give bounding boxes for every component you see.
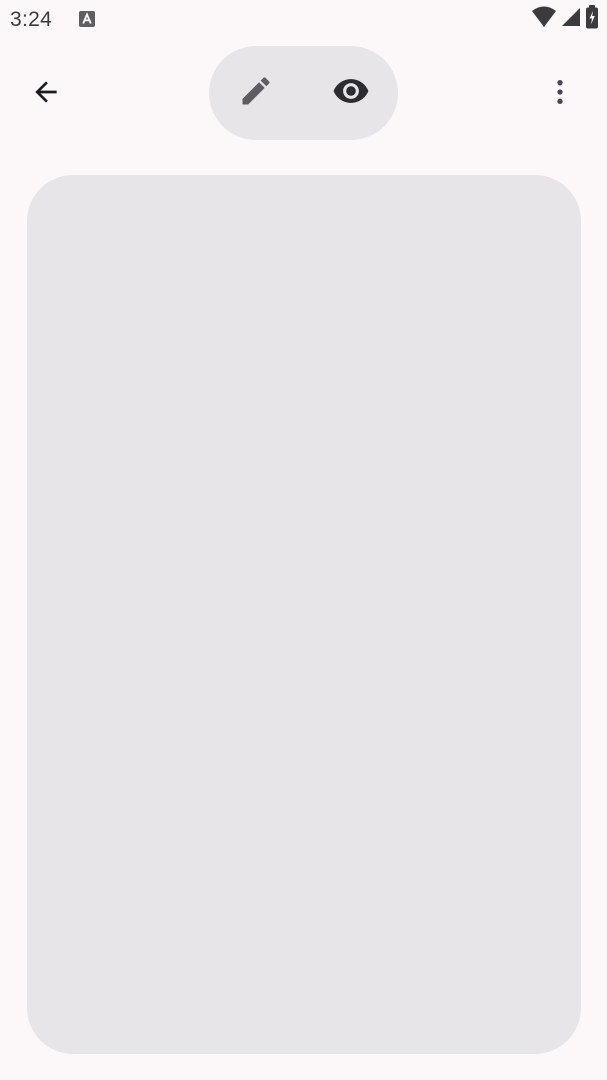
edit-mode-button[interactable] [232,69,280,117]
more-options-button[interactable] [536,70,584,118]
back-button[interactable] [22,70,70,118]
a-letter-icon [79,11,95,27]
eye-icon [332,72,370,115]
status-bar: 3:24 [0,0,607,40]
preview-mode-button[interactable] [327,69,375,117]
status-icons [531,4,599,33]
top-app-bar [0,40,607,150]
signal-icon [561,6,581,33]
mode-toggle [209,46,398,140]
battery-charging-icon [585,4,599,34]
pencil-icon [238,73,274,114]
status-time: 3:24 [10,8,53,31]
more-vert-icon [544,76,576,113]
wifi-icon [531,6,557,33]
content-area[interactable] [27,175,581,1054]
arrow-back-icon [30,76,62,113]
